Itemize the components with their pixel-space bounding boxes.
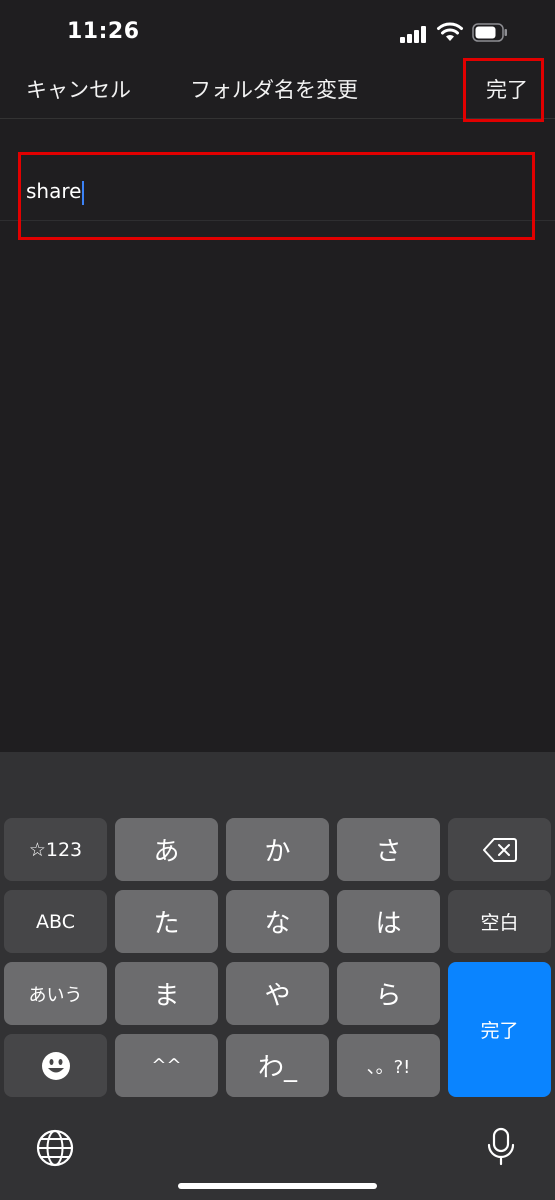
japanese-keyboard: ☆123 あ か さ ABC た な は 空白 あいう ま や ら 完了 ^^ … [0,752,555,1200]
battery-icon [472,23,507,42]
delete-icon [482,837,517,862]
key-wa[interactable]: わ_ [226,1034,329,1097]
key-emoji[interactable] [4,1034,107,1097]
status-time: 11:26 [67,19,140,44]
globe-icon[interactable] [35,1128,75,1168]
key-done[interactable]: 完了 [448,962,551,1097]
cancel-button[interactable]: キャンセル [26,74,131,104]
key-ma[interactable]: ま [115,962,218,1025]
key-ka[interactable]: か [226,818,329,881]
key-ha[interactable]: は [337,890,440,953]
key-abc[interactable]: ABC [4,890,107,953]
key-delete[interactable] [448,818,551,881]
key-space[interactable]: 空白 [448,890,551,953]
key-na[interactable]: な [226,890,329,953]
page-title: フォルダ名を変更 [190,78,358,102]
key-dakuten[interactable]: ^^ [115,1034,218,1097]
key-ya[interactable]: や [226,962,329,1025]
microphone-icon[interactable] [481,1126,521,1166]
key-a[interactable]: あ [115,818,218,881]
key-punctuation[interactable]: 、。?! [337,1034,440,1097]
key-ra[interactable]: ら [337,962,440,1025]
done-button-highlight [463,58,544,122]
home-indicator[interactable] [178,1183,377,1189]
status-bar: 11:26 [0,0,555,60]
key-ta[interactable]: た [115,890,218,953]
key-sa[interactable]: さ [337,818,440,881]
key-kana[interactable]: あいう [4,962,107,1025]
wifi-icon [437,22,463,41]
key-numbers-symbols[interactable]: ☆123 [4,818,107,881]
emoji-icon [41,1051,70,1080]
cellular-signal-icon [400,25,430,43]
folder-name-field-highlight [18,152,535,240]
